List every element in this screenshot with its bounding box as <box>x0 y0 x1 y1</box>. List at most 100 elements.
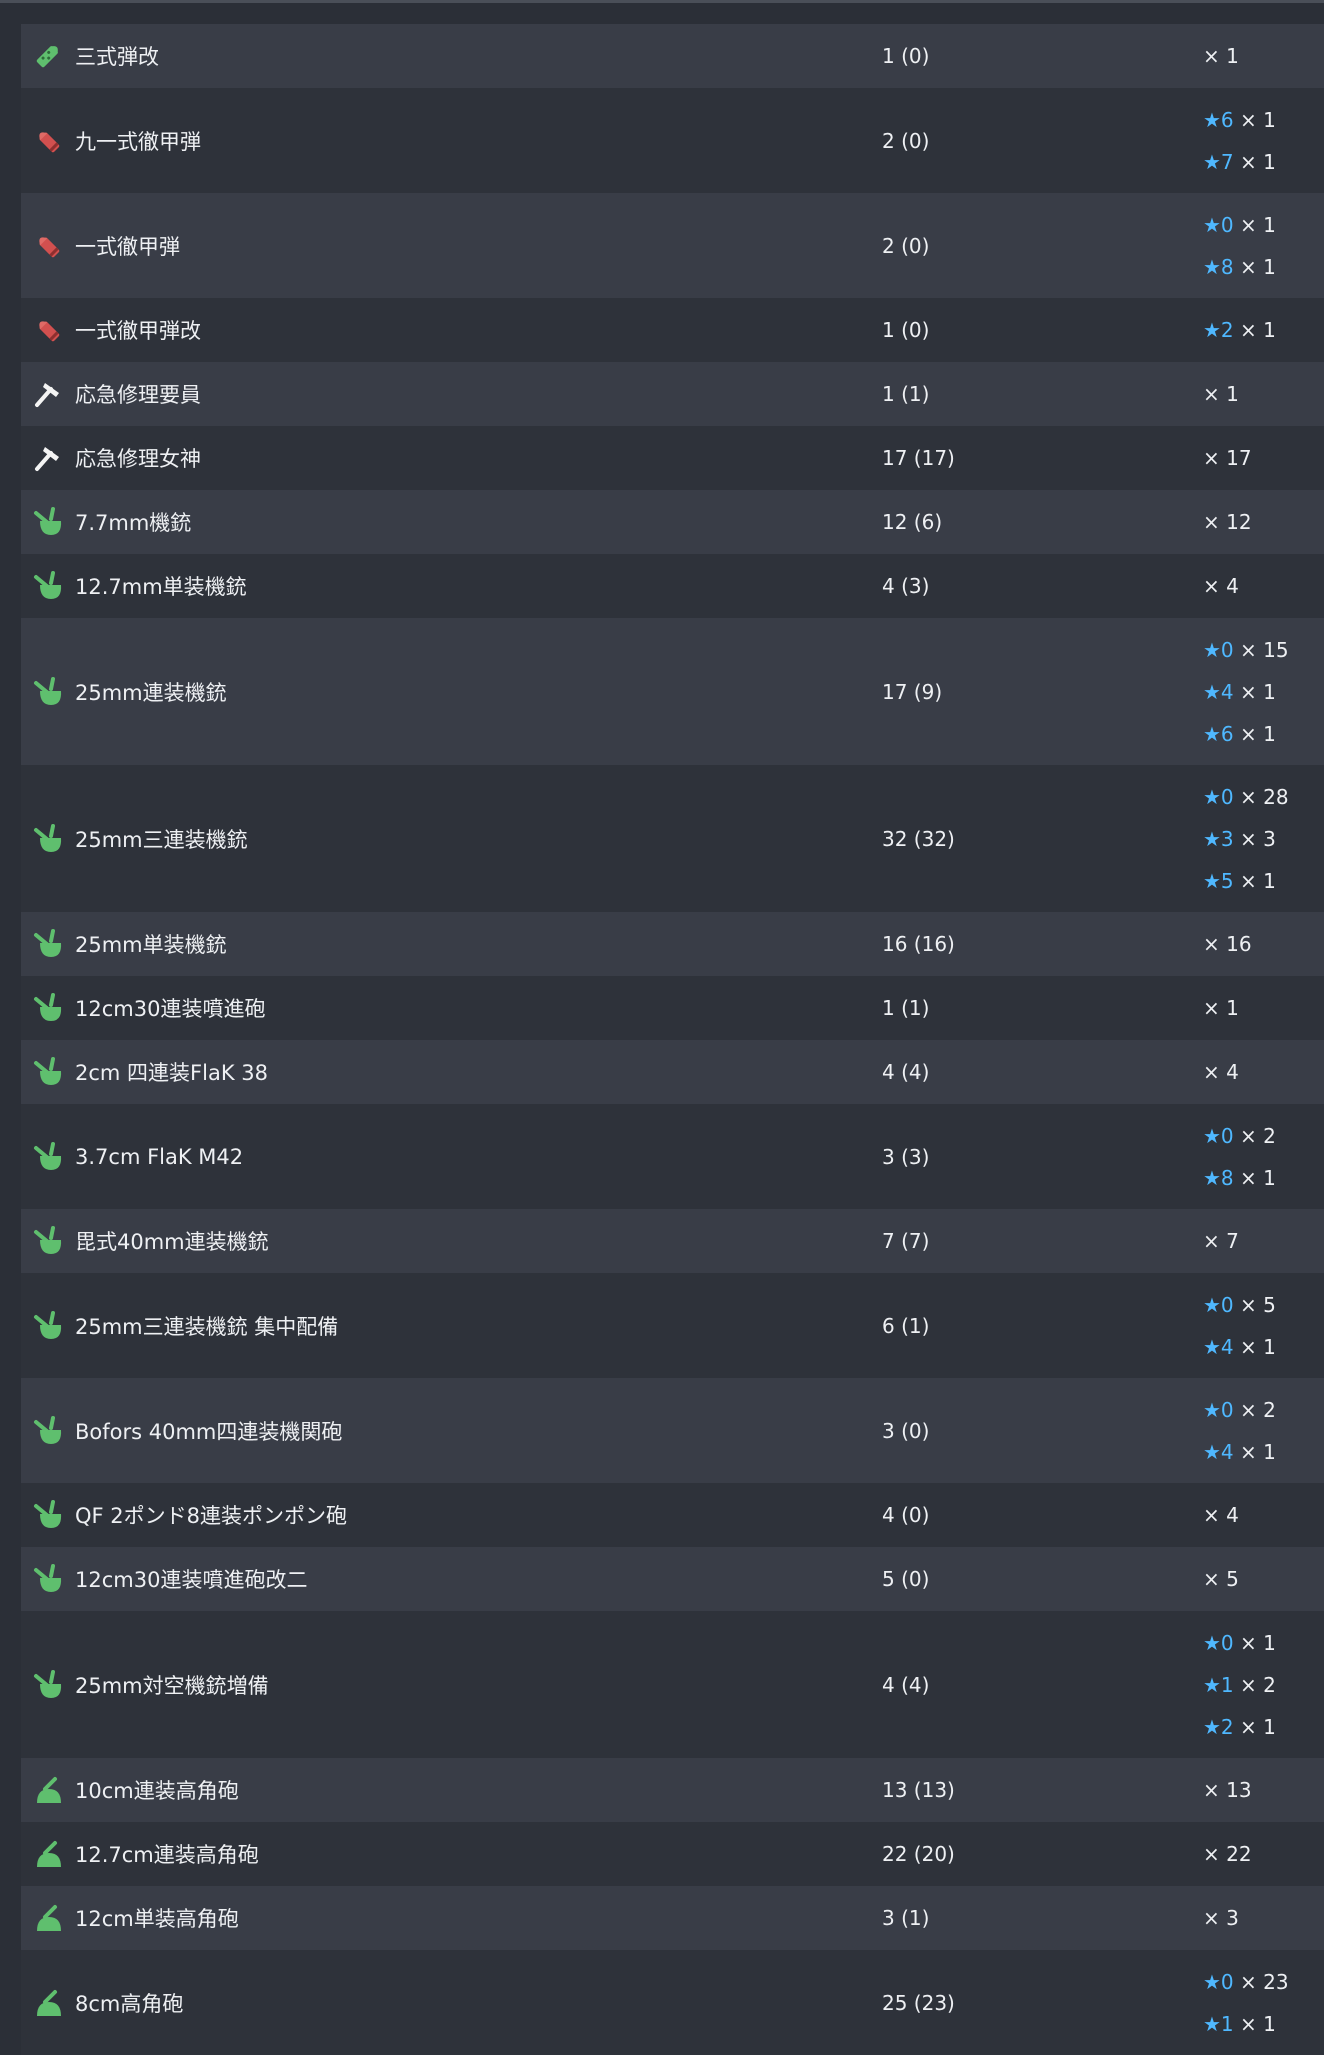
level-quantity: × 5 <box>1203 1567 1239 1591</box>
equipment-count: 4 (4) <box>882 1060 930 1084</box>
equipment-name: 一式徹甲弾 <box>75 234 180 259</box>
equipment-count: 3 (0) <box>882 1418 930 1443</box>
equipment-name: 毘式40mm連装機銃 <box>75 1230 269 1254</box>
table-row[interactable]: 12.7mm単装機銃 4 (3) × 4 <box>21 554 1324 618</box>
improvement-level-entry: ★7 × 1 <box>1203 141 1276 183</box>
table-row[interactable]: QF 2ポンド8連装ポンポン砲 4 (0) × 4 <box>21 1483 1324 1547</box>
star-level: ★0 <box>1203 637 1234 662</box>
table-row[interactable]: 25mm連装機銃 17 (9) ★0 × 15 ★4 × 1 ★6 × 1 <box>21 618 1324 765</box>
equipment-name-cell: 12.7cm連装高角砲 <box>31 1837 259 1871</box>
equipment-name: 25mm対空機銃増備 <box>75 1673 269 1698</box>
improvement-level-entry: ★2 × 1 <box>1203 1706 1276 1748</box>
star-level: ★2 <box>1203 1714 1234 1739</box>
star-level: ★2 <box>1203 318 1234 342</box>
improvement-levels: × 5 <box>1203 1558 1239 1600</box>
improvement-level-entry: ★4 × 1 <box>1203 1431 1276 1473</box>
level-quantity: × 2 <box>1233 1672 1276 1697</box>
equipment-name-cell: 12cm30連装噴進砲改二 <box>31 1562 307 1596</box>
table-row[interactable]: Bofors 40mm四連装機関砲 3 (0) ★0 × 2 ★4 × 1 <box>21 1378 1324 1483</box>
aa-gun-icon <box>31 505 65 539</box>
equipment-name: 2cm 四連装FlaK 38 <box>75 1061 268 1085</box>
equipment-count: 32 (32) <box>882 826 955 851</box>
equipment-name-cell: 3.7cm FlaK M42 <box>31 1140 243 1174</box>
table-row[interactable]: 九一式徹甲弾 2 (0) ★6 × 1 ★7 × 1 <box>21 88 1324 193</box>
improvement-level-entry: × 17 <box>1203 437 1252 479</box>
equipment-name-cell: QF 2ポンド8連装ポンポン砲 <box>31 1498 347 1532</box>
table-row[interactable]: 3.7cm FlaK M42 3 (3) ★0 × 2 ★8 × 1 <box>21 1104 1324 1209</box>
improvement-level-entry: × 5 <box>1203 1558 1239 1600</box>
table-row[interactable]: 25mm三連装機銃 集中配備 6 (1) ★0 × 5 ★4 × 1 <box>21 1273 1324 1378</box>
equipment-count: 4 (4) <box>882 1672 930 1697</box>
aa-gun-icon <box>31 1224 65 1258</box>
table-row[interactable]: 応急修理要員 1 (1) × 1 <box>21 362 1324 426</box>
improvement-level-entry: ★0 × 1 <box>1203 204 1276 246</box>
equipment-name-cell: 一式徹甲弾改 <box>31 313 201 347</box>
ha-gun-icon <box>31 1837 65 1871</box>
equipment-name: 一式徹甲弾改 <box>75 319 201 343</box>
level-quantity: × 1 <box>1233 1630 1276 1655</box>
improvement-levels: × 7 <box>1203 1220 1239 1262</box>
table-row[interactable]: 毘式40mm連装機銃 7 (7) × 7 <box>21 1209 1324 1273</box>
equipment-name: 25mm連装機銃 <box>75 680 227 705</box>
level-quantity: × 1 <box>1233 868 1276 893</box>
table-row[interactable]: 応急修理女神 17 (17) × 17 <box>21 426 1324 490</box>
table-row[interactable]: 一式徹甲弾 2 (0) ★0 × 1 ★8 × 1 <box>21 193 1324 298</box>
star-level: ★4 <box>1203 679 1234 704</box>
equipment-count: 4 (0) <box>882 1503 930 1527</box>
level-quantity: × 13 <box>1203 1778 1252 1802</box>
equipment-name-cell: 毘式40mm連装機銃 <box>31 1224 269 1258</box>
equipment-name-cell: 応急修理女神 <box>31 441 201 475</box>
improvement-level-entry: × 13 <box>1203 1769 1252 1811</box>
improvement-levels: × 13 <box>1203 1769 1252 1811</box>
table-row[interactable]: 25mm対空機銃増備 4 (4) ★0 × 1 ★1 × 2 ★2 × 1 <box>21 1611 1324 1758</box>
equipment-count: 2 (0) <box>882 128 930 153</box>
level-quantity: × 4 <box>1203 574 1239 598</box>
equipment-count: 1 (1) <box>882 996 930 1020</box>
equipment-name-cell: 25mm単装機銃 <box>31 927 227 961</box>
improvement-level-entry: ★1 × 1 <box>1203 2003 1289 2045</box>
improvement-level-entry: ★0 × 2 <box>1203 1389 1276 1431</box>
equipment-name-cell: 7.7mm機銃 <box>31 505 191 539</box>
equipment-name: 12cm30連装噴進砲改二 <box>75 1568 308 1592</box>
improvement-level-entry: × 1 <box>1203 987 1239 1029</box>
equipment-count: 22 (20) <box>882 1842 955 1866</box>
table-row[interactable]: 12cm30連装噴進砲 1 (1) × 1 <box>21 976 1324 1040</box>
improvement-level-entry: × 7 <box>1203 1220 1239 1262</box>
improvement-levels: ★0 × 2 ★4 × 1 <box>1203 1389 1276 1473</box>
improvement-levels: × 3 <box>1203 1897 1239 1939</box>
equipment-name: 応急修理女神 <box>75 447 201 471</box>
ha-gun-icon <box>31 1986 65 2020</box>
improvement-level-entry: × 3 <box>1203 1897 1239 1939</box>
star-level: ★6 <box>1203 107 1234 132</box>
improvement-levels: × 1 <box>1203 373 1239 415</box>
table-row[interactable]: 三式弾改 1 (0) × 1 <box>21 24 1324 88</box>
table-row[interactable]: 25mm三連装機銃 32 (32) ★0 × 28 ★3 × 3 ★5 × 1 <box>21 765 1324 912</box>
improvement-level-entry: × 12 <box>1203 501 1252 543</box>
equipment-table: 三式弾改 1 (0) × 1 九一式徹甲弾 2 (0) ★6 × 1 ★7 × 1 一式徹甲弾… <box>21 24 1324 2055</box>
equipment-count: 1 (0) <box>882 44 930 68</box>
equipment-count: 2 (0) <box>882 233 930 258</box>
table-row[interactable]: 2cm 四連装FlaK 38 4 (4) × 4 <box>21 1040 1324 1104</box>
improvement-level-entry: ★6 × 1 <box>1203 99 1276 141</box>
aa-gun-icon <box>31 927 65 961</box>
equipment-name-cell: 25mm三連装機銃 <box>31 822 248 856</box>
level-quantity: × 22 <box>1203 1842 1252 1866</box>
table-row[interactable]: 一式徹甲弾改 1 (0) ★2 × 1 <box>21 298 1324 362</box>
aa-gun-icon <box>31 1668 65 1702</box>
level-quantity: × 1 <box>1203 382 1239 406</box>
equipment-name: 7.7mm機銃 <box>75 511 192 535</box>
level-quantity: × 12 <box>1203 510 1252 534</box>
table-row[interactable]: 12cm30連装噴進砲改二 5 (0) × 5 <box>21 1547 1324 1611</box>
equipment-name: 12.7cm連装高角砲 <box>75 1843 259 1867</box>
table-row[interactable]: 8cm高角砲 25 (23) ★0 × 23 ★1 × 1 <box>21 1950 1324 2055</box>
table-row[interactable]: 7.7mm機銃 12 (6) × 12 <box>21 490 1324 554</box>
table-row[interactable]: 25mm単装機銃 16 (16) × 16 <box>21 912 1324 976</box>
improvement-level-entry: ★0 × 23 <box>1203 1961 1289 2003</box>
star-level: ★4 <box>1203 1439 1234 1464</box>
table-row[interactable]: 12.7cm連装高角砲 22 (20) × 22 <box>21 1822 1324 1886</box>
level-quantity: × 1 <box>1233 1334 1276 1359</box>
table-row[interactable]: 10cm連装高角砲 13 (13) × 13 <box>21 1758 1324 1822</box>
improvement-level-entry: × 1 <box>1203 35 1239 77</box>
table-row[interactable]: 12cm単装高角砲 3 (1) × 3 <box>21 1886 1324 1950</box>
improvement-levels: ★0 × 28 ★3 × 3 ★5 × 1 <box>1203 776 1289 902</box>
